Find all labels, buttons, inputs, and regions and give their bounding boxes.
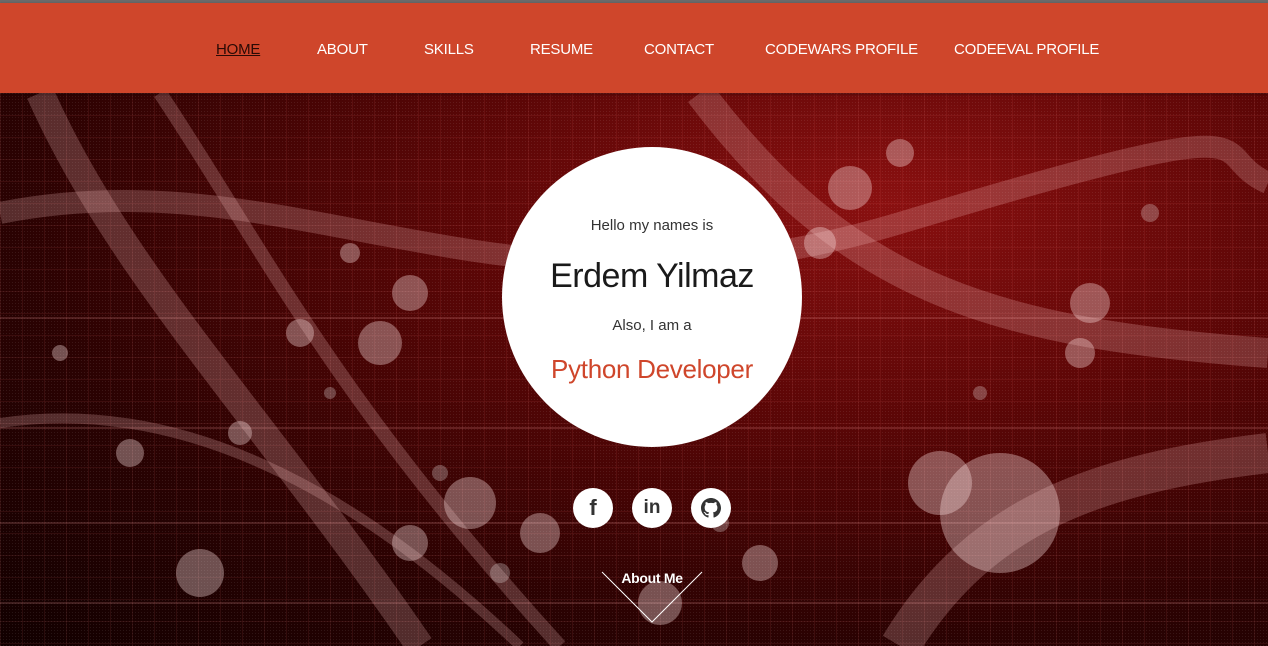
- nav-codewars-profile-link[interactable]: CODEWARS PROFILE: [765, 41, 918, 58]
- nav-resume-link[interactable]: RESUME: [530, 41, 593, 58]
- greeting-text: Hello my names is: [590, 217, 714, 234]
- role-title: Python Developer: [551, 354, 753, 384]
- facebook-button[interactable]: f: [573, 488, 613, 528]
- nav-home-link[interactable]: HOME: [216, 41, 260, 58]
- linkedin-button[interactable]: in: [632, 488, 672, 528]
- also-text: Also, I am a: [612, 317, 692, 334]
- nav-about-link[interactable]: ABOUT: [317, 41, 368, 58]
- github-icon: [691, 488, 731, 528]
- hero-section: Hello my names is Erdem Yilmaz Also, I a…: [0, 93, 1268, 646]
- nav-codeeval-profile-link[interactable]: CODEEVAL PROFILE: [954, 41, 1099, 58]
- about-me-scroll-button[interactable]: About Me: [601, 570, 703, 624]
- nav-contact-link[interactable]: CONTACT: [644, 41, 714, 58]
- chevron-down-icon: [601, 571, 703, 623]
- linkedin-icon: in: [643, 497, 661, 518]
- navbar: HOME ABOUT SKILLS RESUME CONTACT CODEWAR…: [0, 3, 1268, 93]
- page: HOME ABOUT SKILLS RESUME CONTACT CODEWAR…: [0, 0, 1268, 646]
- nav-skills-link[interactable]: SKILLS: [424, 41, 474, 58]
- facebook-icon: f: [589, 495, 597, 520]
- developer-name: Erdem Yilmaz: [550, 257, 754, 295]
- intro-circle: Hello my names is Erdem Yilmaz Also, I a…: [502, 147, 802, 447]
- github-button[interactable]: [691, 488, 731, 528]
